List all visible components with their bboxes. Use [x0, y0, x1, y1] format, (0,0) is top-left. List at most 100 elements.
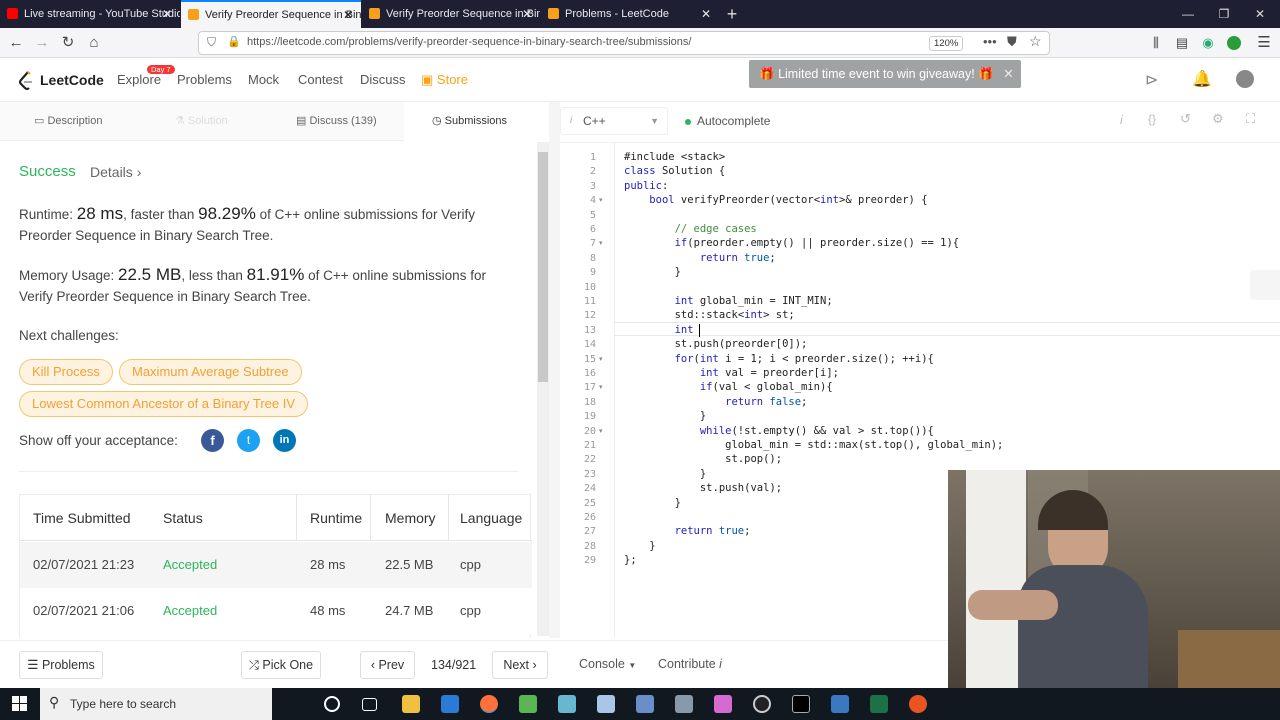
braces-icon[interactable]: {}	[1148, 112, 1156, 126]
challenge-maximum-average-subtree[interactable]: Maximum Average Subtree	[119, 359, 302, 385]
console-toggle[interactable]: Console ▼	[579, 657, 636, 671]
task-view-icon[interactable]	[362, 698, 377, 711]
nav-discuss[interactable]: Discuss	[360, 72, 406, 87]
fold-toggle-icon[interactable]: ▾	[599, 427, 603, 435]
terminal-icon[interactable]	[792, 695, 810, 713]
browser-tab-active[interactable]: Verify Preorder Sequence in Binary ✕	[181, 0, 361, 28]
memory-label: Memory Usage:	[19, 268, 115, 283]
sidebar-icon[interactable]: ▤	[1172, 33, 1192, 53]
challenge-kill-process[interactable]: Kill Process	[19, 359, 113, 385]
zoom-level[interactable]: 120%	[929, 36, 964, 51]
browser-tab-problems[interactable]: Problems - LeetCode ✕	[541, 0, 719, 28]
settings-icon[interactable]: ⚙	[1212, 111, 1224, 127]
obs-icon[interactable]	[753, 695, 771, 713]
close-icon[interactable]: ✕	[162, 0, 172, 28]
nav-contest[interactable]: Contest	[298, 72, 343, 87]
avatar[interactable]	[1236, 70, 1254, 88]
linkedin-icon[interactable]: in	[273, 429, 296, 452]
code-line: #include <stack>	[624, 151, 726, 163]
close-icon[interactable]: ✕	[343, 2, 353, 28]
lock-icon[interactable]: 🔒	[227, 35, 241, 48]
notepad-icon[interactable]	[519, 695, 537, 713]
file-explorer-icon[interactable]	[402, 695, 420, 713]
tab-discuss[interactable]: ▤ Discuss (139)	[270, 102, 404, 141]
more-icon[interactable]: •••	[983, 34, 997, 49]
fold-toggle-icon[interactable]: ▾	[599, 355, 603, 363]
fold-toggle-icon[interactable]: ▾	[599, 239, 603, 247]
problems-button[interactable]: ☰ Problems	[19, 651, 103, 679]
shield-icon[interactable]: ⛉	[207, 35, 216, 50]
language-select[interactable]: i C++ ▼	[560, 107, 668, 135]
url-bar[interactable]: ⛉ 🔒 https://leetcode.com/problems/verify…	[198, 31, 1050, 55]
scrollbar-thumb[interactable]	[538, 152, 548, 382]
cortana-icon[interactable]	[324, 696, 340, 712]
facebook-icon[interactable]: f	[201, 429, 224, 452]
twitter-icon[interactable]: t	[237, 429, 260, 452]
library-icon[interactable]: ⫼	[1146, 33, 1166, 53]
taskbar-search[interactable]: ⚲ Type here to search	[40, 688, 272, 720]
leetcode-logo[interactable]: LeetCode	[18, 69, 118, 93]
browser-tab-verify[interactable]: Verify Preorder Sequence in Binary ✕	[362, 0, 540, 28]
playground-icon[interactable]: ⊳	[1145, 70, 1158, 90]
table-row[interactable]: 02/07/2021 21:06 Accepted 48 ms 24.7 MB …	[20, 588, 532, 634]
nav-explore[interactable]: Explore Day 7	[117, 65, 175, 87]
info-icon[interactable]: i	[1120, 113, 1123, 127]
menu-icon[interactable]: ☰	[1254, 33, 1274, 53]
reset-icon[interactable]: ↺	[1180, 111, 1191, 127]
maximize-icon[interactable]: ❐	[1204, 0, 1244, 28]
bell-icon[interactable]: 🔔	[1192, 69, 1212, 89]
prev-button[interactable]: ‹ Prev	[360, 651, 415, 679]
app-icon[interactable]	[714, 695, 732, 713]
profile-extension-icon[interactable]	[1224, 33, 1244, 53]
extension-icon[interactable]: ◉	[1198, 33, 1218, 53]
left-scrollbar[interactable]	[537, 142, 549, 636]
cell-status[interactable]: Accepted	[163, 557, 217, 572]
network-icon[interactable]	[636, 695, 654, 713]
new-tab-icon[interactable]: +	[712, 0, 752, 28]
minimize-icon[interactable]: —	[1168, 0, 1208, 28]
pick-one-button[interactable]: ⤮ Pick One	[241, 651, 321, 679]
fold-toggle-icon[interactable]: ▾	[599, 383, 603, 391]
cell-status[interactable]: Accepted	[163, 603, 217, 618]
next-label: Next	[503, 658, 530, 672]
browser-tab-youtube[interactable]: Live streaming - YouTube Studio ✕	[0, 0, 180, 28]
tab-description[interactable]: ▭ Description	[0, 102, 134, 141]
remote-desktop-icon[interactable]	[831, 695, 849, 713]
nav-store[interactable]: ▣ Store	[421, 72, 468, 88]
forward-icon[interactable]: →	[32, 33, 52, 53]
excel-icon[interactable]	[870, 695, 888, 713]
tab-submissions[interactable]: ◷ Submissions	[404, 102, 537, 141]
close-icon[interactable]: ✕	[1003, 67, 1013, 81]
status-dot-icon	[685, 118, 691, 125]
pane-splitter[interactable]	[549, 102, 560, 638]
window-close-icon[interactable]: ✕	[1240, 0, 1280, 28]
close-icon[interactable]: ✕	[701, 0, 711, 28]
pocket-icon[interactable]: ⛊	[1007, 34, 1017, 50]
close-icon[interactable]: ✕	[522, 0, 532, 28]
giveaway-banner[interactable]: 🎁 Limited time event to win giveaway! 🎁 …	[749, 60, 1021, 88]
reload-icon[interactable]: ↻	[58, 33, 78, 53]
app-icon[interactable]	[558, 695, 576, 713]
ubuntu-icon[interactable]	[909, 695, 927, 713]
back-icon[interactable]: ←	[6, 33, 26, 53]
paint-icon[interactable]	[597, 695, 615, 713]
home-icon[interactable]: ⌂	[84, 33, 104, 53]
challenge-lca-binary-tree-iv[interactable]: Lowest Common Ancestor of a Binary Tree …	[19, 391, 309, 417]
fold-toggle-icon[interactable]: ▾	[599, 196, 603, 204]
next-button[interactable]: Next ›	[492, 651, 548, 679]
firefox-icon[interactable]	[480, 695, 498, 713]
windows-start-icon[interactable]	[12, 696, 28, 712]
code-line: // edge cases	[624, 223, 757, 235]
autocomplete-toggle[interactable]: Autocomplete	[685, 114, 770, 128]
nav-mock[interactable]: Mock	[248, 72, 279, 87]
bookmark-star-icon[interactable]: ☆	[1029, 33, 1042, 50]
tab-solution[interactable]: ⚗ Solution	[135, 102, 269, 141]
contribute-link[interactable]: Contribute i	[658, 657, 722, 671]
nav-problems[interactable]: Problems	[177, 72, 232, 87]
calculator-icon[interactable]	[675, 695, 693, 713]
side-panel-handle[interactable]	[1250, 270, 1280, 300]
details-link[interactable]: Details ›	[90, 164, 141, 180]
vscode-icon[interactable]	[441, 695, 459, 713]
table-row[interactable]: 02/07/2021 21:23 Accepted 28 ms 22.5 MB …	[20, 542, 532, 588]
fullscreen-icon[interactable]: ⛶	[1246, 111, 1255, 127]
